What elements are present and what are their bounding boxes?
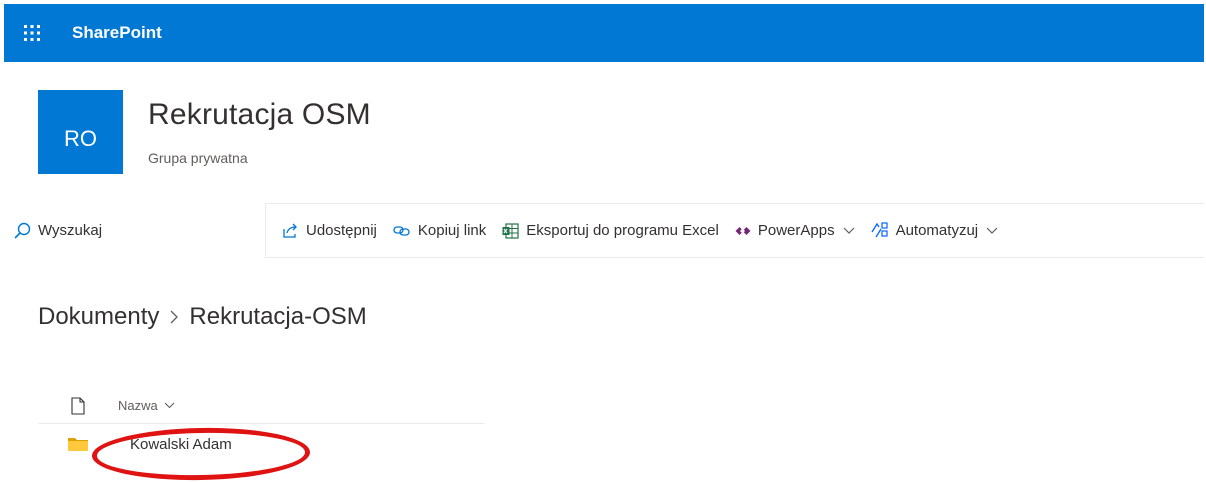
list-item[interactable]: Kowalski Adam bbox=[38, 424, 484, 464]
link-icon bbox=[393, 224, 411, 238]
folder-icon bbox=[38, 436, 118, 452]
search-input[interactable] bbox=[38, 222, 238, 239]
powerapps-menu-button[interactable]: PowerApps bbox=[727, 211, 863, 251]
site-title[interactable]: Rekrutacja OSM bbox=[148, 98, 371, 132]
breadcrumb-item-documents[interactable]: Dokumenty bbox=[38, 303, 159, 331]
breadcrumb: Dokumenty Rekrutacja-OSM bbox=[38, 303, 367, 331]
file-type-column-header[interactable] bbox=[38, 396, 118, 415]
name-column-label: Nazwa bbox=[118, 398, 158, 413]
list-header: Nazwa bbox=[38, 388, 484, 424]
automate-label: Automatyzuj bbox=[895, 222, 979, 239]
automate-menu-button[interactable]: Automatyzuj bbox=[863, 211, 1007, 251]
search-icon bbox=[14, 222, 31, 239]
site-privacy-label: Grupa prywatna bbox=[148, 150, 248, 166]
chevron-down-icon bbox=[164, 402, 175, 409]
chevron-right-icon bbox=[169, 309, 179, 325]
folder-name-link[interactable]: Kowalski Adam bbox=[130, 436, 232, 453]
export-excel-label: Eksportuj do programu Excel bbox=[526, 222, 719, 239]
search-box[interactable] bbox=[4, 203, 266, 258]
document-icon bbox=[71, 396, 85, 415]
export-excel-button[interactable]: Eksportuj do programu Excel bbox=[494, 211, 727, 251]
file-list: Nazwa Kowalski Adam bbox=[38, 388, 484, 464]
flow-icon bbox=[871, 222, 889, 239]
powerapps-icon bbox=[735, 225, 751, 237]
copy-link-button[interactable]: Kopiuj link bbox=[385, 211, 494, 251]
command-bar: Udostępnij Kopiuj link Eksportuj do prog… bbox=[4, 203, 1204, 258]
chevron-down-icon bbox=[986, 227, 998, 235]
site-header: RO Rekrutacja OSM Grupa prywatna bbox=[38, 90, 1198, 182]
chevron-down-icon bbox=[843, 227, 855, 235]
excel-icon bbox=[502, 222, 519, 239]
name-column-header[interactable]: Nazwa bbox=[118, 398, 175, 413]
suite-bar: SharePoint bbox=[4, 4, 1204, 62]
breadcrumb-item-current-folder[interactable]: Rekrutacja-OSM bbox=[189, 303, 366, 331]
share-label: Udostępnij bbox=[306, 222, 377, 239]
powerapps-label: PowerApps bbox=[757, 222, 835, 239]
app-name-link[interactable]: SharePoint bbox=[72, 23, 162, 43]
share-button[interactable]: Udostępnij bbox=[274, 211, 385, 251]
site-logo[interactable]: RO bbox=[38, 90, 123, 174]
waffle-icon bbox=[24, 25, 40, 41]
share-icon bbox=[282, 223, 299, 239]
app-launcher-button[interactable] bbox=[4, 4, 60, 62]
copy-link-label: Kopiuj link bbox=[417, 222, 487, 239]
